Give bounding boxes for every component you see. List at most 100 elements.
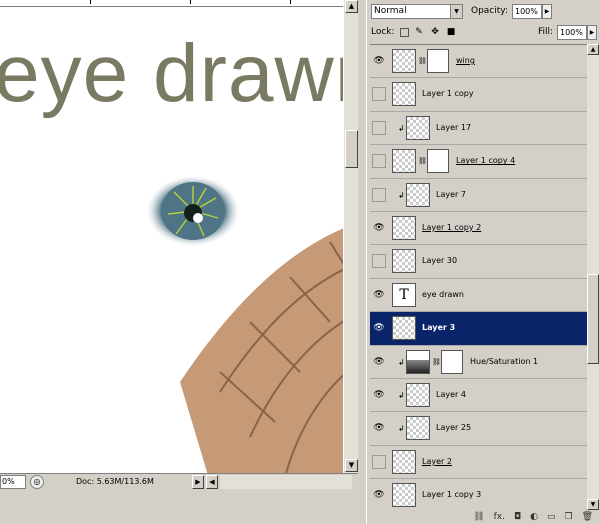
opacity-field[interactable]: 100% [512, 3, 542, 19]
layer-name[interactable]: Layer 7 [436, 190, 466, 199]
lock-transparency-icon[interactable] [399, 27, 409, 37]
canvas-vertical-scrollbar[interactable]: ▲ ▼ [343, 0, 358, 473]
layer-row[interactable]: 👁 ⛓ wing [370, 45, 587, 79]
eye-icon[interactable]: 👁 [372, 54, 386, 68]
zoom-value[interactable]: 0% [0, 474, 26, 489]
layer-name[interactable]: Layer 25 [436, 423, 471, 432]
scrollbar-thumb[interactable] [345, 130, 358, 168]
layers-panel: Normal ▼ Opacity: 100% ▶ Lock: ✎ ✥ ■ Fil… [366, 0, 600, 524]
text-layer-icon[interactable]: T [392, 282, 416, 307]
layer-name[interactable]: Layer 4 [436, 390, 466, 399]
layer-row[interactable]: 👁 ↲ Layer 25 [370, 412, 587, 446]
layer-thumbnail[interactable] [392, 49, 416, 73]
layer-name[interactable]: eye drawn [422, 290, 464, 299]
layer-name[interactable]: Layer 30 [422, 256, 457, 265]
visibility-toggle[interactable] [372, 254, 386, 269]
eye-icon[interactable]: 👁 [372, 421, 386, 436]
mask-icon[interactable]: ◘ [514, 512, 521, 522]
scroll-left-icon[interactable]: ◀ [206, 474, 218, 489]
visibility-toggle[interactable] [372, 120, 386, 135]
layer-thumbnail[interactable] [406, 349, 430, 374]
status-menu-icon[interactable]: ◎ [30, 474, 44, 489]
blend-mode-value: Normal [374, 5, 407, 16]
blend-mode-select[interactable]: Normal ▼ [371, 3, 463, 19]
adjustment-icon[interactable]: ◐ [530, 512, 538, 522]
eye-icon[interactable]: 👁 [372, 488, 386, 503]
layer-name[interactable]: Layer 1 copy 4 [456, 156, 515, 165]
layer-row[interactable]: 👁 Layer 3 [370, 312, 587, 346]
layer-name[interactable]: Layer 1 copy 3 [422, 490, 481, 499]
layers-scrollbar-thumb[interactable] [587, 274, 599, 364]
lock-move-icon[interactable]: ✥ [430, 27, 441, 38]
fx-icon[interactable]: fx. [494, 512, 505, 522]
layer-row[interactable]: 👁 Layer 1 copy 3 [370, 479, 587, 510]
layer-thumbnail[interactable] [406, 115, 430, 140]
layer-row[interactable]: 👁 Layer 1 copy 2 [370, 211, 587, 246]
chain-link-icon[interactable]: ⛓ [418, 157, 427, 165]
layer-row[interactable]: Layer 2 [370, 445, 587, 480]
layer-thumbnail[interactable] [392, 249, 416, 274]
layer-mask-thumbnail[interactable] [427, 49, 449, 73]
eye-icon[interactable]: 👁 [372, 387, 386, 402]
eye-icon[interactable]: 👁 [372, 354, 386, 369]
clip-arrow-icon: ↲ [398, 390, 405, 400]
layer-thumbnail[interactable] [392, 449, 416, 474]
layer-mask-thumbnail[interactable] [427, 149, 449, 174]
layer-name[interactable]: Layer 1 copy 2 [422, 223, 481, 232]
doc-size-info: Doc: 5.63M/113.6M [76, 477, 154, 486]
layers-list: 👁 ⛓ wing Layer 1 copy ↲ Layer 17 ⛓ Layer 1 copy… [370, 44, 587, 510]
layer-thumbnail[interactable] [392, 82, 416, 107]
chevron-down-icon[interactable]: ▼ [450, 4, 462, 18]
layer-thumbnail[interactable] [406, 382, 430, 407]
layer-row[interactable]: 👁 ↲ Layer 4 [370, 378, 587, 413]
opacity-arrow-icon[interactable]: ▶ [542, 3, 552, 19]
scroll-down-icon[interactable]: ▼ [345, 459, 358, 472]
layer-thumbnail[interactable] [392, 149, 416, 174]
eye-icon[interactable]: 👁 [372, 220, 386, 235]
eye-icon[interactable]: 👁 [372, 321, 386, 336]
layer-row[interactable]: ↲ Layer 7 [370, 178, 587, 212]
layer-name[interactable]: wing [456, 56, 475, 65]
layer-name[interactable]: Hue/Saturation 1 [470, 357, 538, 366]
layer-thumbnail[interactable] [406, 416, 430, 441]
status-arrow-icon[interactable]: ▶ [192, 474, 204, 489]
visibility-toggle[interactable] [372, 87, 386, 102]
layer-name[interactable]: Layer 1 copy [422, 89, 474, 98]
lock-brush-icon[interactable]: ✎ [414, 27, 425, 38]
group-folder-icon[interactable]: ▭ [547, 512, 556, 522]
layer-thumbnail[interactable] [392, 483, 416, 508]
layer-row[interactable]: 👁 Teye drawn [370, 278, 587, 313]
visibility-toggle[interactable] [372, 187, 386, 202]
new-layer-icon[interactable]: ❐ [564, 512, 572, 522]
layer-thumbnail[interactable] [392, 316, 416, 341]
layer-thumbnail[interactable] [392, 215, 416, 240]
chain-link-icon[interactable]: ⛓ [418, 57, 427, 65]
layer-row[interactable]: ⛓ Layer 1 copy 4 [370, 145, 587, 179]
layer-row[interactable]: Layer 1 copy [370, 78, 587, 112]
chain-link-icon[interactable]: ⛓ [432, 358, 441, 366]
lock-all-icon[interactable]: ■ [446, 27, 457, 38]
layer-name[interactable]: Layer 2 [422, 457, 452, 466]
layer-thumbnail[interactable] [406, 182, 430, 207]
scroll-up-icon[interactable]: ▲ [345, 0, 358, 13]
layer-name[interactable]: Layer 3 [422, 323, 455, 332]
visibility-toggle[interactable] [372, 454, 386, 469]
clip-arrow-icon: ↲ [398, 123, 405, 133]
trash-icon[interactable]: 🗑 [582, 512, 593, 522]
layer-row[interactable]: Layer 30 [370, 245, 587, 279]
link-icon[interactable]: ⛓ [473, 512, 484, 522]
image-canvas[interactable]: eye drawn [0, 7, 343, 473]
horizontal-scrollbar[interactable] [220, 474, 352, 489]
fill-field[interactable]: 100% [557, 24, 587, 40]
layer-mask-thumbnail[interactable] [441, 349, 463, 374]
layer-name[interactable]: Layer 17 [436, 123, 471, 132]
layer-row[interactable]: 👁 ↲ ⛓ Hue/Saturation 1 [370, 345, 587, 379]
scroll-down-icon[interactable]: ▼ [587, 499, 599, 510]
visibility-toggle[interactable] [372, 154, 386, 169]
layers-scrollbar[interactable]: ▲ ▼ [587, 44, 599, 510]
fill-arrow-icon[interactable]: ▶ [587, 24, 597, 40]
clip-arrow-icon: ↲ [398, 424, 405, 434]
layer-row[interactable]: ↲ Layer 17 [370, 111, 587, 146]
eye-icon[interactable]: 👁 [372, 287, 386, 302]
scroll-up-icon[interactable]: ▲ [587, 44, 599, 55]
